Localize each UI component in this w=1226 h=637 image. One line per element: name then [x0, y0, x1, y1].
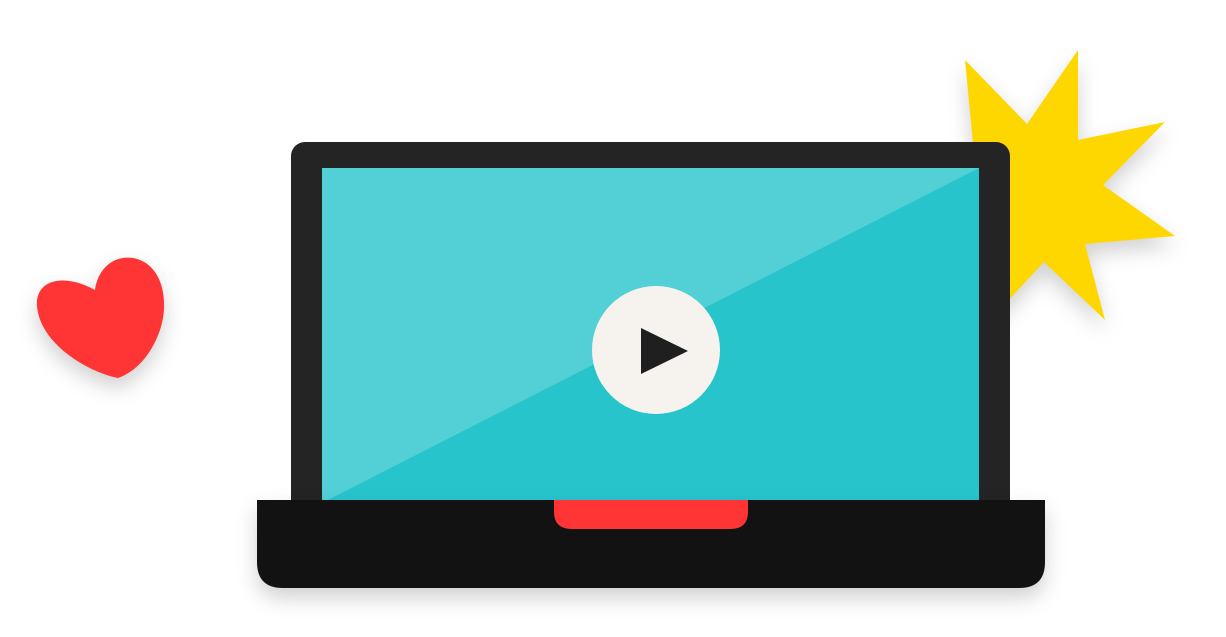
- laptop-video-illustration: [36, 50, 1175, 588]
- laptop-notch: [554, 500, 748, 529]
- play-button[interactable]: [592, 286, 720, 414]
- heart-icon: [36, 257, 165, 378]
